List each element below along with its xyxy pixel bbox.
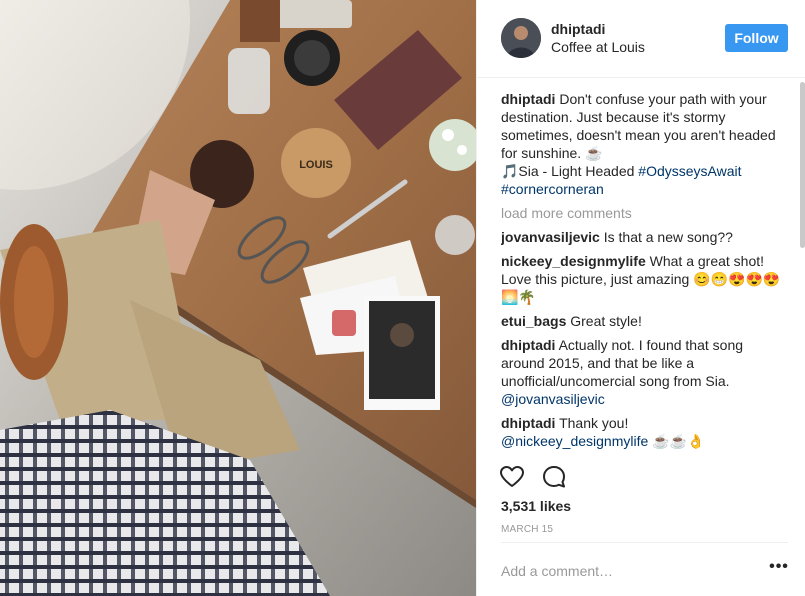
likes-count[interactable]: 3,531 likes <box>501 498 571 514</box>
divider <box>501 542 788 543</box>
photo-illustration: LOUIS <box>0 0 476 596</box>
heart-icon[interactable] <box>499 464 525 490</box>
comments-scrollbar[interactable] <box>800 82 805 248</box>
caption-author[interactable]: dhiptadi <box>501 91 555 107</box>
comment-text: Is that a new song?? <box>603 229 733 245</box>
comment-author[interactable]: dhiptadi <box>501 337 555 353</box>
add-comment-input[interactable] <box>501 560 741 582</box>
post-date: MARCH 15 <box>501 524 554 535</box>
comment-emoji: ☕☕👌 <box>648 433 705 449</box>
avatar-image <box>501 18 541 58</box>
comment-item: dhiptadi Actually not. I found that song… <box>501 336 783 408</box>
load-more-comments[interactable]: load more comments <box>501 204 783 222</box>
follow-button[interactable]: Follow <box>725 24 788 52</box>
comment-author[interactable]: nickeey_designmylife <box>501 253 646 269</box>
post-photo[interactable]: LOUIS <box>0 0 476 596</box>
comment-item: jovanvasiljevic Is that a new song?? <box>501 228 783 246</box>
comments-list[interactable]: dhiptadi Don't confuse your path with yo… <box>501 90 783 454</box>
coaster-label: LOUIS <box>299 159 333 171</box>
post-header: dhiptadi Coffee at Louis Follow <box>477 0 805 78</box>
comment-icon[interactable] <box>541 464 567 490</box>
post-location[interactable]: Coffee at Louis <box>551 39 645 55</box>
avatar[interactable] <box>501 18 541 58</box>
comment-item: etui_bags Great style! <box>501 312 783 330</box>
hashtag[interactable]: #OdysseysAwait <box>638 163 741 179</box>
caption-music: 🎵Sia - Light Headed <box>501 163 639 179</box>
more-options-icon[interactable]: ••• <box>769 559 789 580</box>
hashtag[interactable]: #cornercorneran <box>501 181 604 197</box>
mention[interactable]: @nickeey_designmylife <box>501 433 648 449</box>
comment-author[interactable]: jovanvasiljevic <box>501 229 600 245</box>
comment-text: Thank you! <box>559 415 629 431</box>
comment-text: Great style! <box>570 313 642 329</box>
post-side-panel: dhiptadi Coffee at Louis Follow dhiptadi… <box>476 0 805 596</box>
comment-item: dhiptadi Thank you! @nickeey_designmylif… <box>501 414 783 450</box>
mention[interactable]: @jovanvasiljevic <box>501 391 605 407</box>
post-author[interactable]: dhiptadi <box>551 21 605 37</box>
comment-author[interactable]: dhiptadi <box>501 415 555 431</box>
caption: dhiptadi Don't confuse your path with yo… <box>501 90 783 198</box>
comment-item: nickeey_designmylife What a great shot! … <box>501 252 783 306</box>
comment-author[interactable]: etui_bags <box>501 313 566 329</box>
